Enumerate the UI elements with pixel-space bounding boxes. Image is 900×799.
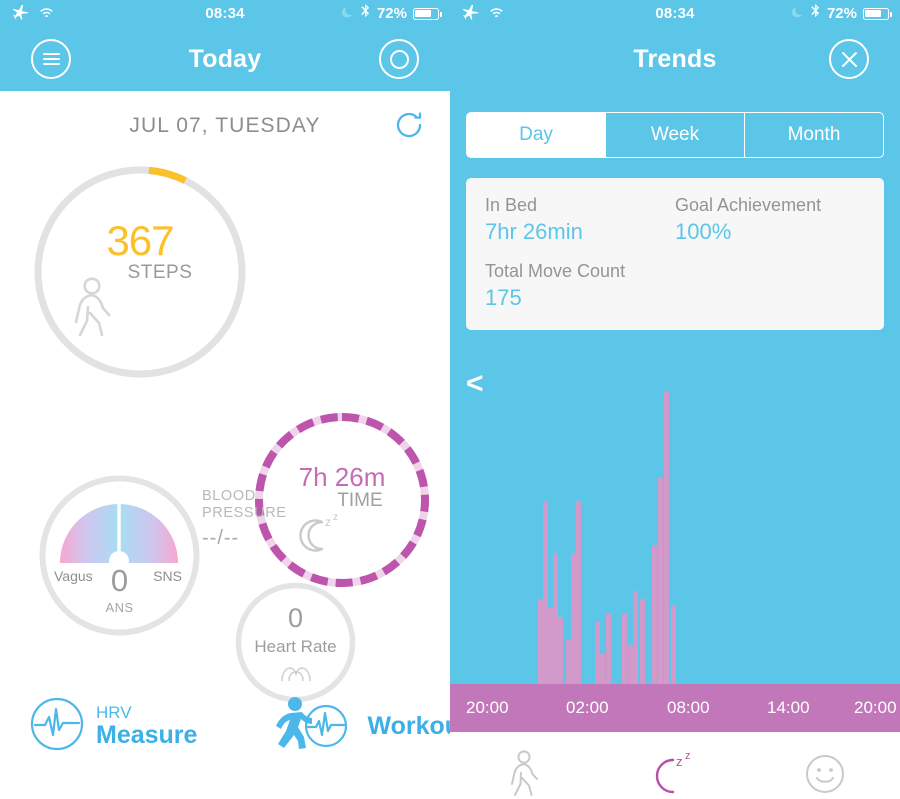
axis-tick-label: 20:00 <box>466 698 509 717</box>
gauge-icon <box>58 499 180 571</box>
status-bar-right: 08:34 72% <box>450 0 900 27</box>
chart-x-axis: 20:00 02:00 08:00 14:00 20:00 <box>450 684 900 732</box>
close-x-icon <box>841 51 857 67</box>
in-bed-value: 7hr 26min <box>485 219 583 244</box>
workout-button[interactable]: Workout <box>197 696 450 757</box>
summary-row-1: In Bed 7hr 26min Goal Achievement 100% <box>485 195 865 245</box>
steps-value: 367 <box>106 217 174 264</box>
smiley-face-icon <box>806 754 844 793</box>
date-row: JUL 07, TUESDAY <box>0 91 450 138</box>
chart-bars <box>450 384 900 684</box>
tab-month[interactable]: Month <box>745 113 883 157</box>
heart-rate-ring-card[interactable]: 0 Heart Rate <box>234 581 357 704</box>
move-count-cell: Total Move Count 175 <box>485 261 865 311</box>
record-circle-icon <box>389 49 409 69</box>
ans-label: ANS <box>105 600 134 615</box>
goal-achievement-cell: Goal Achievement 100% <box>675 195 865 245</box>
heartbeat-icon <box>234 664 357 689</box>
chart-bar <box>664 392 669 684</box>
hamburger-menu-button[interactable] <box>31 39 71 79</box>
battery-icon <box>863 7 892 20</box>
move-count-label: Total Move Count <box>485 261 626 281</box>
move-count-value: 175 <box>485 285 522 310</box>
axis-tick-label: 08:00 <box>667 698 710 717</box>
navbar-today: Today <box>0 27 450 91</box>
bottom-tab-bar: z z <box>450 732 900 799</box>
in-bed-label: In Bed <box>485 195 538 215</box>
chart-bar <box>576 501 581 684</box>
hrv-label-top: HRV <box>96 703 132 722</box>
moon-zzz-icon: z z <box>655 750 691 793</box>
hrv-measure-button[interactable]: HRV Measure <box>0 697 197 756</box>
chart-bar <box>633 590 638 684</box>
blood-pressure-label-line1: BLOOD <box>202 488 256 504</box>
heart-rate-label: Heart Rate <box>254 637 337 656</box>
blood-pressure-value: --/-- <box>202 527 240 549</box>
today-body: JUL 07, TUESDAY 367 STEPS 7h 26m TIME z … <box>0 91 450 799</box>
chart-bar <box>600 654 605 684</box>
walking-person-icon <box>68 277 120 344</box>
steps-ring-card[interactable]: 367 STEPS <box>31 163 249 381</box>
app-root: 08:34 72% Today JUL 07, TUESDAY 367 STEP… <box>0 0 900 799</box>
chart-bar <box>658 478 663 684</box>
workout-label: Workout <box>367 712 450 740</box>
status-bar-clock: 08:34 <box>205 5 245 22</box>
axis-tick-label: 02:00 <box>566 698 609 717</box>
metric-rings: 367 STEPS 7h 26m TIME z z Vagus SNS 0 AN… <box>0 138 450 708</box>
record-button[interactable] <box>379 39 419 79</box>
hrv-waveform-circle-icon <box>30 697 84 756</box>
summary-row-2: Total Move Count 175 <box>485 261 865 311</box>
hamburger-menu-icon <box>42 53 60 65</box>
battery-icon <box>413 7 442 20</box>
status-bar-clock: 08:34 <box>655 5 695 22</box>
current-date-label: JUL 07, TUESDAY <box>129 114 321 137</box>
in-bed-cell: In Bed 7hr 26min <box>485 195 675 245</box>
tab-day[interactable]: Day <box>467 113 606 157</box>
tab-activity[interactable] <box>450 749 600 798</box>
moon-zzz-icon: z z <box>292 510 348 559</box>
ans-value: 0 <box>110 563 129 598</box>
status-bar-left: 08:34 72% <box>0 0 450 27</box>
summary-card: In Bed 7hr 26min Goal Achievement 100% T… <box>466 178 884 330</box>
axis-tick-label: 14:00 <box>767 698 810 717</box>
chart-bar <box>622 613 627 684</box>
chart-bar <box>652 544 657 684</box>
heart-rate-value: 0 <box>287 603 304 633</box>
chart-bar <box>640 599 645 684</box>
navbar-trends: Trends <box>450 27 900 91</box>
tab-mood[interactable] <box>750 754 900 794</box>
chart-bar <box>671 605 676 684</box>
period-segmented-control: Day Week Month <box>466 112 884 158</box>
blood-pressure-label-line2: PRESSURE <box>202 505 287 521</box>
ans-ring-card[interactable]: Vagus SNS 0 ANS <box>37 473 202 638</box>
refresh-icon <box>396 112 422 138</box>
tab-week[interactable]: Week <box>606 113 745 157</box>
svg-text:z: z <box>325 515 331 529</box>
tab-sleep[interactable]: z z <box>600 750 750 798</box>
hrv-label-bottom: Measure <box>96 721 198 749</box>
goal-achievement-value: 100% <box>675 219 732 244</box>
sleep-movement-chart[interactable]: < <box>450 352 900 684</box>
chart-bar <box>606 613 611 684</box>
axis-tick-label: 20:00 <box>854 698 897 717</box>
svg-text:z: z <box>676 754 683 769</box>
running-person-waveform-icon <box>265 696 357 757</box>
walking-person-icon <box>511 749 538 796</box>
trends-screen: 08:34 72% Trends Day Week Month In Bed 7… <box>450 0 900 799</box>
chart-bar <box>558 616 563 684</box>
refresh-button[interactable] <box>393 109 425 141</box>
svg-text:z: z <box>685 750 691 762</box>
close-button[interactable] <box>829 39 869 79</box>
steps-label: STEPS <box>127 262 193 283</box>
svg-text:z: z <box>333 512 338 523</box>
blood-pressure-card[interactable]: BLOOD PRESSURE --/-- <box>202 488 287 550</box>
today-screen: 08:34 72% Today JUL 07, TUESDAY 367 STEP… <box>0 0 450 799</box>
goal-achievement-label: Goal Achievement <box>675 195 822 215</box>
quick-actions: HRV Measure Worko <box>0 696 450 757</box>
